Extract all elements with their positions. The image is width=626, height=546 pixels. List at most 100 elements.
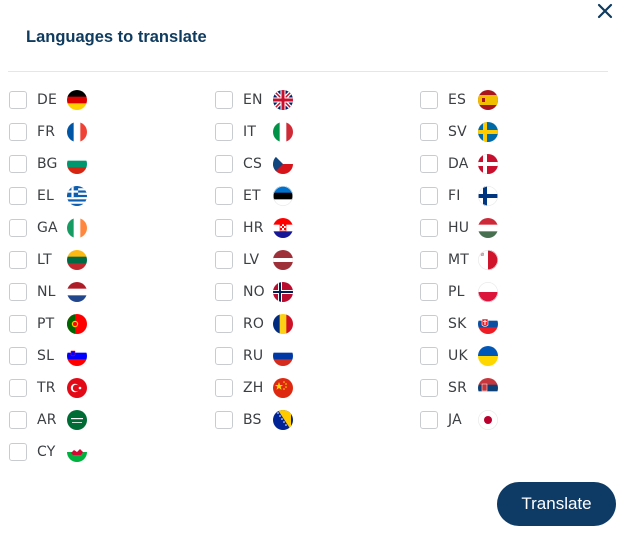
- language-checkbox[interactable]: [215, 251, 233, 269]
- language-code: FR: [37, 124, 56, 140]
- language-checkbox[interactable]: [215, 123, 233, 141]
- language-checkbox[interactable]: [215, 315, 233, 333]
- language-code: ZH: [243, 380, 264, 396]
- language-checkbox[interactable]: [215, 379, 233, 397]
- language-code: PL: [448, 284, 465, 300]
- language-code: BG: [37, 156, 58, 172]
- language-code: BS: [243, 412, 262, 428]
- lt-flag-icon: [67, 250, 87, 270]
- language-code: IT: [243, 124, 257, 140]
- language-checkbox[interactable]: [420, 155, 438, 173]
- language-checkbox[interactable]: [420, 187, 438, 205]
- bg-flag-icon: [67, 154, 87, 174]
- mt-flag-icon: [478, 250, 498, 270]
- bs-flag-icon: [273, 410, 293, 430]
- language-dialog: Languages to translate DE FR BG EL GA LT NL PT S…: [0, 0, 626, 546]
- language-checkbox[interactable]: [420, 91, 438, 109]
- et-flag-icon: [273, 186, 293, 206]
- language-code: TR: [37, 380, 56, 396]
- hr-flag-icon: [273, 218, 293, 238]
- language-checkbox[interactable]: [9, 347, 27, 365]
- language-checkbox[interactable]: [420, 315, 438, 333]
- close-button[interactable]: [592, 0, 618, 22]
- language-checkbox[interactable]: [9, 155, 27, 173]
- lv-flag-icon: [273, 250, 293, 270]
- sk-flag-icon: [478, 314, 498, 334]
- language-code: SV: [448, 124, 467, 140]
- language-code: DA: [448, 156, 469, 172]
- language-code: EL: [37, 188, 55, 204]
- da-flag-icon: [478, 154, 498, 174]
- translate-button[interactable]: Translate: [497, 482, 616, 526]
- language-code: HR: [243, 220, 264, 236]
- ar-flag-icon: [67, 410, 87, 430]
- cs-flag-icon: [273, 154, 293, 174]
- language-code: DE: [37, 92, 58, 108]
- language-checkbox[interactable]: [9, 219, 27, 237]
- language-code: ET: [243, 188, 261, 204]
- language-code: ES: [448, 92, 467, 108]
- language-checkbox[interactable]: [420, 123, 438, 141]
- language-code: UK: [448, 348, 468, 364]
- language-checkbox[interactable]: [420, 283, 438, 301]
- language-code: NO: [243, 284, 265, 300]
- language-code: HU: [448, 220, 470, 236]
- language-checkbox[interactable]: [9, 251, 27, 269]
- sv-flag-icon: [478, 122, 498, 142]
- language-checkbox[interactable]: [420, 411, 438, 429]
- language-code: LV: [243, 252, 260, 268]
- fr-flag-icon: [67, 122, 87, 142]
- sl-flag-icon: [67, 346, 87, 366]
- el-flag-icon: [67, 186, 87, 206]
- language-code: CY: [37, 444, 56, 460]
- language-checkbox[interactable]: [215, 219, 233, 237]
- language-code: AR: [37, 412, 57, 428]
- language-checkbox[interactable]: [420, 251, 438, 269]
- ru-flag-icon: [273, 346, 293, 366]
- language-code: GA: [37, 220, 58, 236]
- es-flag-icon: [478, 90, 498, 110]
- language-checkbox[interactable]: [9, 411, 27, 429]
- language-checkbox[interactable]: [420, 379, 438, 397]
- it-flag-icon: [273, 122, 293, 142]
- ro-flag-icon: [273, 314, 293, 334]
- language-code: PT: [37, 316, 55, 332]
- language-code: RU: [243, 348, 264, 364]
- language-code: MT: [448, 252, 470, 268]
- language-checkbox[interactable]: [420, 219, 438, 237]
- language-checkbox[interactable]: [215, 347, 233, 365]
- language-checkbox[interactable]: [215, 155, 233, 173]
- language-checkbox[interactable]: [215, 411, 233, 429]
- de-flag-icon: [67, 90, 87, 110]
- close-icon: [597, 3, 613, 19]
- language-code: SK: [448, 316, 467, 332]
- title-divider: [8, 71, 608, 72]
- hu-flag-icon: [478, 218, 498, 238]
- language-checkbox[interactable]: [9, 283, 27, 301]
- language-code: SR: [448, 380, 468, 396]
- cy-flag-icon: [67, 442, 87, 462]
- no-flag-icon: [273, 282, 293, 302]
- language-checkbox[interactable]: [420, 347, 438, 365]
- language-checkbox[interactable]: [9, 315, 27, 333]
- nl-flag-icon: [67, 282, 87, 302]
- language-checkbox[interactable]: [9, 379, 27, 397]
- uk-flag-icon: [478, 346, 498, 366]
- pl-flag-icon: [478, 282, 498, 302]
- language-code: CS: [243, 156, 263, 172]
- language-checkbox[interactable]: [215, 187, 233, 205]
- pt-flag-icon: [67, 314, 87, 334]
- language-checkbox[interactable]: [9, 91, 27, 109]
- language-code: SL: [37, 348, 55, 364]
- language-checkbox[interactable]: [9, 187, 27, 205]
- sr-flag-icon: [478, 378, 498, 398]
- language-checkbox[interactable]: [9, 443, 27, 461]
- language-checkbox[interactable]: [215, 283, 233, 301]
- language-code: RO: [243, 316, 265, 332]
- ga-flag-icon: [67, 218, 87, 238]
- language-checkbox[interactable]: [215, 91, 233, 109]
- fi-flag-icon: [478, 186, 498, 206]
- language-code: JA: [448, 412, 462, 428]
- language-checkbox[interactable]: [9, 123, 27, 141]
- tr-flag-icon: [67, 378, 87, 398]
